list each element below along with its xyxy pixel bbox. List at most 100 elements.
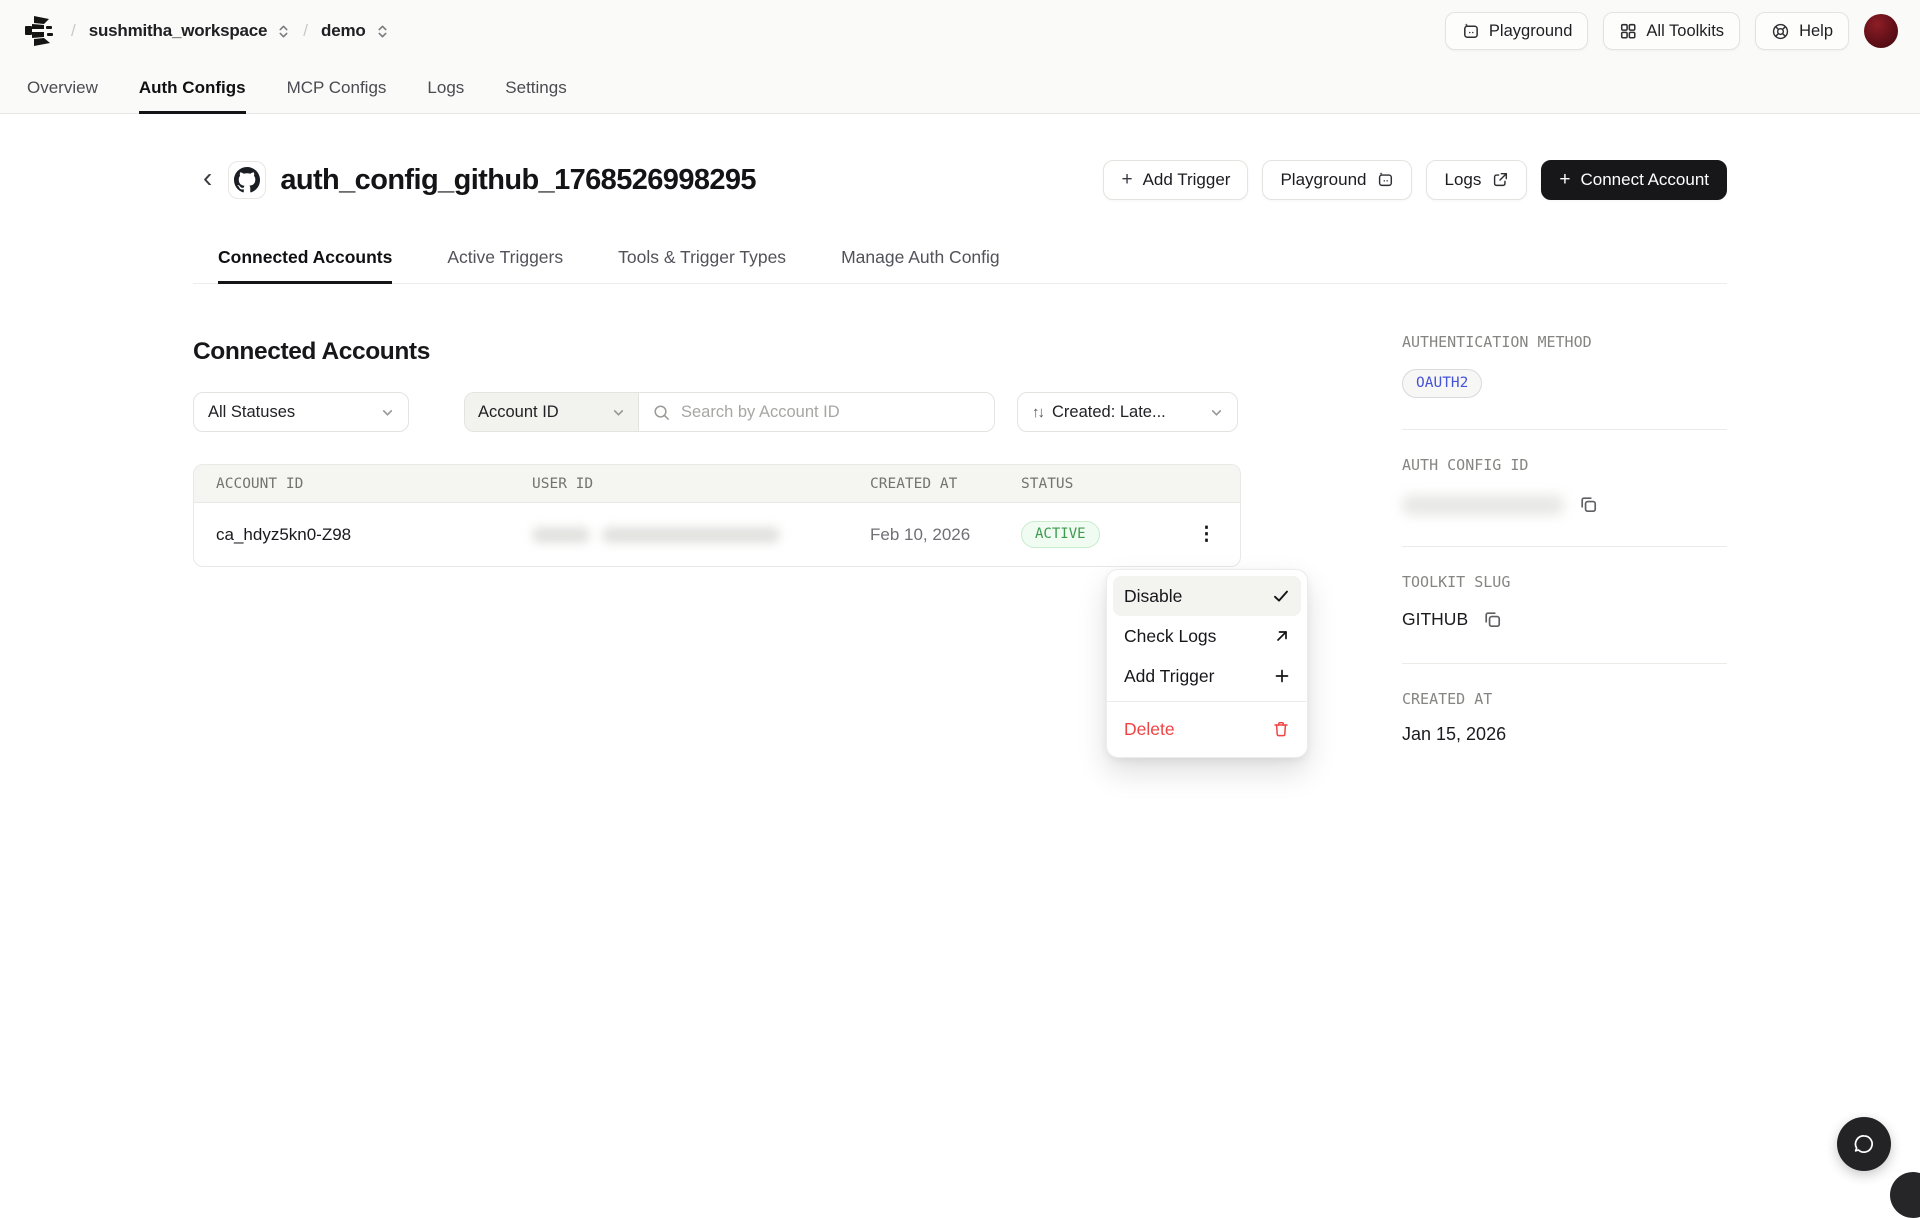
col-created-at: CREATED AT: [870, 476, 1021, 492]
section-heading: Connected Accounts: [193, 338, 1241, 366]
breadcrumb-separator: /: [303, 21, 308, 41]
auth-config-id-label: AUTH CONFIG ID: [1402, 456, 1727, 474]
grid-icon: [1619, 22, 1637, 40]
search-icon: [652, 403, 671, 422]
connect-account-button[interactable]: + Connect Account: [1541, 160, 1727, 200]
nav-tab-mcp-configs[interactable]: MCP Configs: [287, 78, 387, 113]
filters-row: All Statuses Account ID: [193, 392, 1241, 432]
nav-tab-auth-configs[interactable]: Auth Configs: [139, 78, 246, 114]
nav-tabs: Overview Auth Configs MCP Configs Logs S…: [0, 62, 1920, 113]
auth-method-label: AUTHENTICATION METHOD: [1402, 333, 1727, 351]
divider: [1402, 663, 1727, 664]
workspace-switcher-icon[interactable]: [277, 24, 290, 39]
tab-tools-trigger-types[interactable]: Tools & Trigger Types: [618, 247, 786, 283]
created-at-cell: Feb 10, 2026: [870, 525, 1021, 545]
sort-value: Created: Late...: [1052, 403, 1166, 422]
status-filter-select[interactable]: All Statuses: [193, 392, 409, 432]
menu-item-disable[interactable]: Disable: [1113, 576, 1301, 616]
external-link-icon: [1491, 171, 1509, 189]
chat-launcher-button[interactable]: [1837, 1117, 1891, 1171]
divider: [1402, 546, 1727, 547]
col-user-id: USER ID: [532, 476, 870, 492]
redacted-blur: [532, 527, 590, 543]
open-playground-label: Playground: [1280, 170, 1366, 190]
table-row[interactable]: ca_hdyz5kn0-Z98 Feb 10, 2026 ACTIVE ⋮: [194, 503, 1240, 566]
project-switcher-icon[interactable]: [376, 24, 389, 39]
status-badge: ACTIVE: [1021, 521, 1100, 548]
trash-icon: [1272, 720, 1290, 738]
search-input[interactable]: [681, 403, 981, 422]
auth-config-id-redacted: [1402, 495, 1564, 515]
chevron-down-icon: [381, 406, 394, 419]
help-button-label: Help: [1799, 22, 1833, 41]
tab-connected-accounts[interactable]: Connected Accounts: [218, 247, 392, 284]
topbar: / sushmitha_workspace / demo: [0, 0, 1920, 114]
row-actions-kebab-icon[interactable]: ⋮: [1197, 525, 1216, 544]
plus-icon: [1274, 668, 1290, 684]
toolkit-slug-value: GITHUB: [1402, 609, 1468, 630]
created-at-label: CREATED AT: [1402, 690, 1727, 708]
plus-icon: +: [1559, 169, 1570, 191]
chevron-down-icon: [1210, 406, 1223, 419]
accounts-table: ACCOUNT ID USER ID CREATED AT STATUS ca_…: [193, 464, 1241, 567]
detail-tabs: Connected Accounts Active Triggers Tools…: [193, 247, 1727, 284]
created-at-value: Jan 15, 2026: [1402, 724, 1727, 745]
page-header: ‹ auth_config_github_1768526998295 + Add…: [193, 160, 1727, 200]
playground-button[interactable]: Playground: [1445, 12, 1588, 50]
tab-active-triggers[interactable]: Active Triggers: [447, 247, 563, 283]
status-filter-value: All Statuses: [208, 403, 295, 422]
nav-tab-overview[interactable]: Overview: [27, 78, 98, 113]
sort-arrows-icon: ↑↓: [1032, 404, 1043, 421]
redacted-blur: [602, 527, 780, 543]
corner-widget: [1890, 1172, 1920, 1218]
menu-divider: [1107, 701, 1307, 702]
auth-method-badge: OAUTH2: [1402, 369, 1482, 398]
search-field-select[interactable]: Account ID: [465, 393, 639, 431]
chevron-down-icon: [612, 406, 625, 419]
playground-icon: [1376, 171, 1394, 189]
account-id-cell: ca_hdyz5kn0-Z98: [194, 525, 532, 545]
lifebuoy-icon: [1771, 22, 1790, 41]
table-header: ACCOUNT ID USER ID CREATED AT STATUS: [194, 465, 1240, 503]
breadcrumb-row: / sushmitha_workspace / demo: [0, 0, 1920, 62]
plus-icon: +: [1121, 169, 1132, 191]
menu-item-label: Delete: [1124, 719, 1175, 740]
add-trigger-button[interactable]: + Add Trigger: [1103, 160, 1248, 200]
nav-tab-logs[interactable]: Logs: [427, 78, 464, 113]
open-playground-button[interactable]: Playground: [1262, 160, 1412, 200]
breadcrumb-separator: /: [71, 21, 76, 41]
user-avatar[interactable]: [1864, 14, 1898, 48]
all-toolkits-button[interactable]: All Toolkits: [1603, 12, 1740, 50]
playground-button-label: Playground: [1489, 22, 1572, 41]
chat-bubble-icon: [1851, 1131, 1877, 1157]
copy-icon[interactable]: [1578, 494, 1599, 515]
toolkit-slug-label: TOOLKIT SLUG: [1402, 573, 1727, 591]
project-name[interactable]: demo: [321, 21, 366, 41]
copy-icon[interactable]: [1482, 609, 1503, 630]
col-account-id: ACCOUNT ID: [194, 476, 532, 492]
logs-button[interactable]: Logs: [1426, 160, 1527, 200]
github-toolkit-icon: [228, 161, 266, 199]
back-chevron-icon[interactable]: ‹: [203, 164, 212, 192]
workspace-name[interactable]: sushmitha_workspace: [89, 21, 268, 41]
divider: [1402, 429, 1727, 430]
menu-item-check-logs[interactable]: Check Logs: [1113, 616, 1301, 656]
all-toolkits-button-label: All Toolkits: [1646, 22, 1724, 41]
composio-logo-icon[interactable]: [20, 13, 58, 49]
menu-item-label: Disable: [1124, 586, 1182, 607]
help-button[interactable]: Help: [1755, 12, 1849, 50]
logs-label: Logs: [1444, 170, 1481, 190]
sort-select[interactable]: ↑↓ Created: Late...: [1017, 392, 1238, 432]
connect-account-label: Connect Account: [1580, 170, 1709, 190]
page-title: auth_config_github_1768526998295: [280, 164, 756, 197]
tab-manage-auth-config[interactable]: Manage Auth Config: [841, 247, 1000, 283]
playground-icon: [1461, 22, 1480, 41]
nav-tab-settings[interactable]: Settings: [505, 78, 566, 113]
row-context-menu: Disable Check Logs Add Trigger Delete: [1106, 569, 1308, 758]
menu-item-delete[interactable]: Delete: [1113, 707, 1301, 751]
details-sidebar: AUTHENTICATION METHOD OAUTH2 AUTH CONFIG…: [1402, 284, 1727, 745]
search-combo: Account ID: [464, 392, 995, 432]
menu-item-add-trigger[interactable]: Add Trigger: [1113, 656, 1301, 696]
menu-item-label: Add Trigger: [1124, 666, 1214, 687]
add-trigger-label: Add Trigger: [1143, 170, 1231, 190]
